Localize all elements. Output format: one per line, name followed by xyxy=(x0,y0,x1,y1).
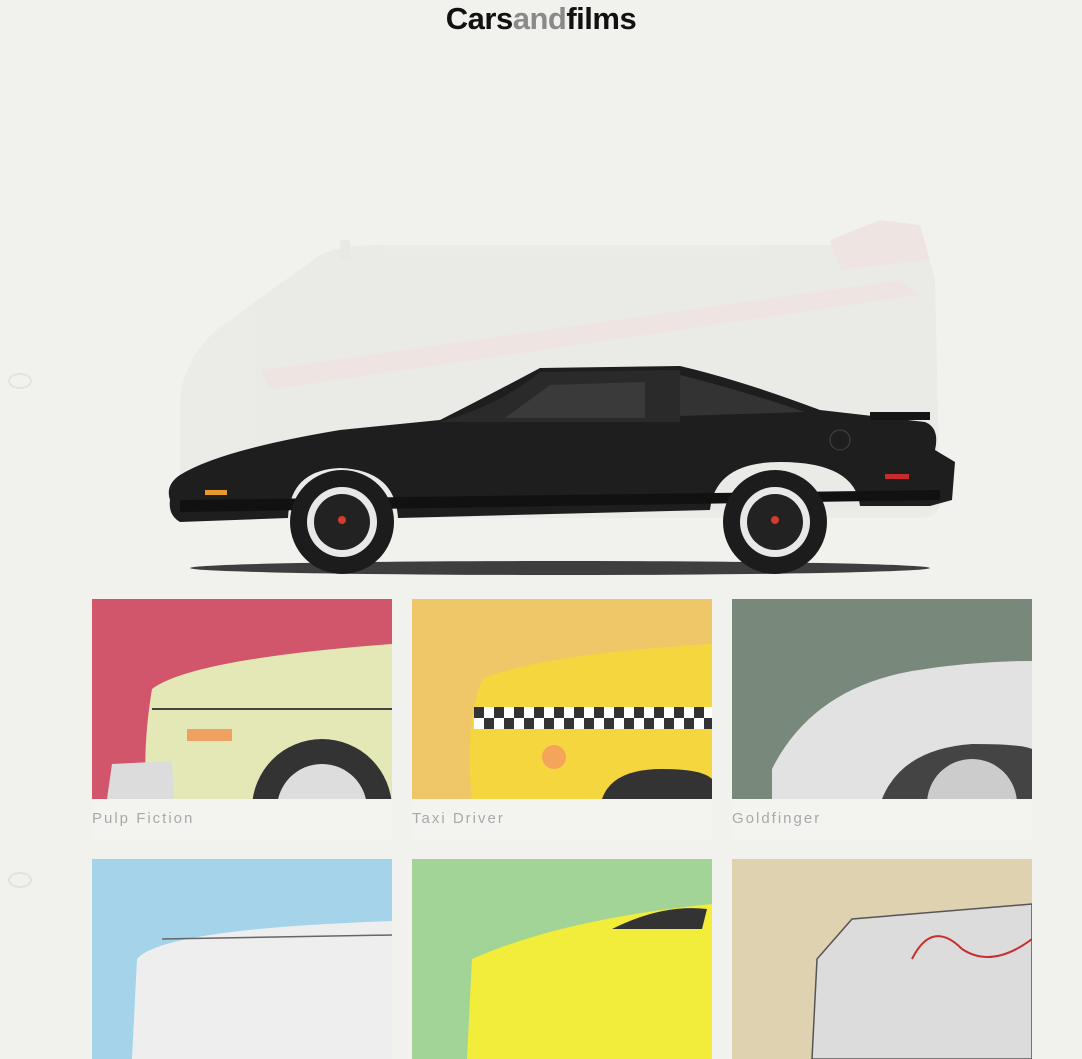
logo-word-cars: Cars xyxy=(445,1,513,36)
film-thumbnail xyxy=(92,599,392,799)
film-caption: Pulp Fiction xyxy=(92,799,392,839)
film-thumbnail xyxy=(92,859,392,1059)
hero-illustration[interactable] xyxy=(140,200,980,590)
side-mark-icon xyxy=(8,373,32,389)
car-front-icon xyxy=(412,599,712,799)
film-thumbnail xyxy=(732,599,1032,799)
site-logo[interactable]: Carsandfilms xyxy=(0,0,1082,38)
rear-wheel-icon xyxy=(723,470,827,574)
film-thumbnail xyxy=(412,599,712,799)
car-front-icon xyxy=(92,859,392,1059)
front-wheel-icon xyxy=(290,470,394,574)
film-thumbnail xyxy=(412,859,712,1059)
film-thumbnail xyxy=(732,859,1032,1059)
side-mark-icon xyxy=(8,872,32,888)
hero-car-svg xyxy=(168,220,955,575)
car-front-icon xyxy=(732,599,1032,799)
film-caption: Taxi Driver xyxy=(412,799,712,839)
logo-word-films: films xyxy=(566,1,637,36)
film-caption: Goldfinger xyxy=(732,799,1032,839)
car-front-icon xyxy=(732,859,1032,1059)
logo-word-and: and xyxy=(512,1,567,36)
car-front-icon xyxy=(92,599,392,799)
car-front-icon xyxy=(412,859,712,1059)
